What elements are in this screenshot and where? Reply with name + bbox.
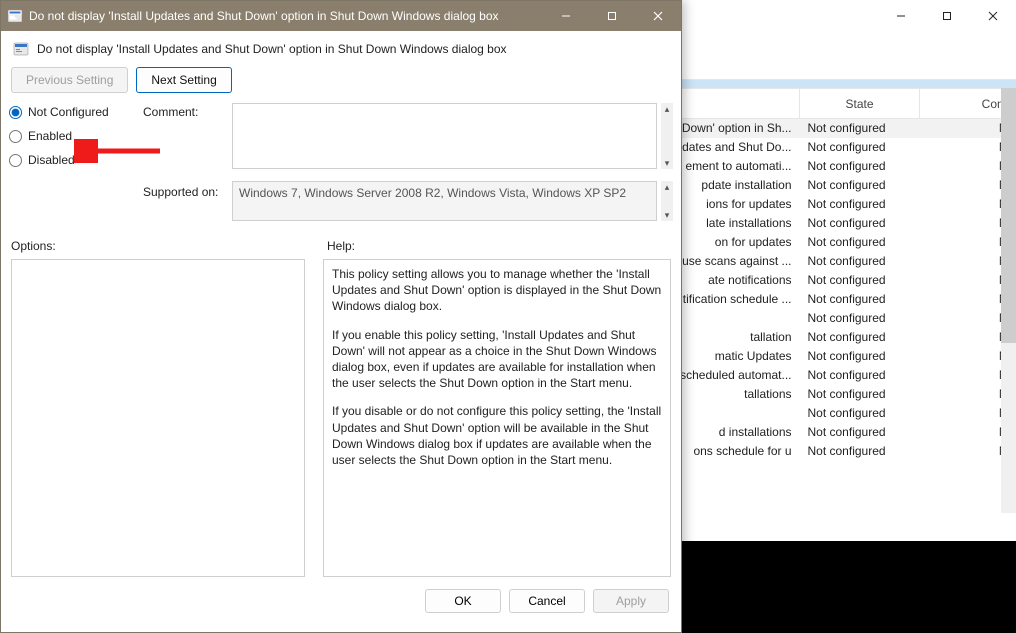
dialog-title-icon <box>1 8 29 24</box>
radio-disabled[interactable]: Disabled <box>9 153 139 167</box>
radio-enabled-label: Enabled <box>28 129 72 143</box>
radio-not-configured[interactable]: Not Configured <box>9 105 139 119</box>
policy-dialog: Do not display 'Install Updates and Shut… <box>0 0 682 633</box>
dialog-title: Do not display 'Install Updates and Shut… <box>29 9 543 23</box>
radio-disabled-input[interactable] <box>9 154 22 167</box>
supported-scrollbar[interactable]: ▴ ▾ <box>661 181 673 221</box>
help-panel: This policy setting allows you to manage… <box>323 259 671 577</box>
dialog-maximize-button[interactable] <box>589 1 635 31</box>
radio-disabled-label: Disabled <box>28 153 75 167</box>
bg-scrollbar-thumb[interactable] <box>1001 88 1016 343</box>
dialog-minimize-button[interactable] <box>543 1 589 31</box>
policy-icon <box>13 41 29 57</box>
policy-subtitle: Do not display 'Install Updates and Shut… <box>37 42 507 56</box>
bg-col-state[interactable]: State <box>800 89 920 119</box>
scroll-down-icon[interactable]: ▾ <box>661 209 673 221</box>
apply-button: Apply <box>593 589 669 613</box>
help-label: Help: <box>327 239 355 253</box>
previous-setting-button: Previous Setting <box>11 67 128 93</box>
comment-scrollbar[interactable]: ▴ ▾ <box>661 103 673 169</box>
options-panel <box>11 259 305 577</box>
help-paragraph-2: If you enable this policy setting, 'Inst… <box>332 327 662 392</box>
next-setting-button[interactable]: Next Setting <box>136 67 231 93</box>
bg-minimize-button[interactable] <box>878 0 924 32</box>
comment-label: Comment: <box>143 103 228 119</box>
supported-on-text: Windows 7, Windows Server 2008 R2, Windo… <box>232 181 657 221</box>
bg-console-area <box>680 541 1016 633</box>
ok-button[interactable]: OK <box>425 589 501 613</box>
bg-close-button[interactable] <box>970 0 1016 32</box>
radio-enabled-input[interactable] <box>9 130 22 143</box>
cancel-button[interactable]: Cancel <box>509 589 585 613</box>
scroll-up-icon[interactable]: ▴ <box>661 103 673 115</box>
radio-enabled[interactable]: Enabled <box>9 129 139 143</box>
dialog-close-button[interactable] <box>635 1 681 31</box>
bg-vertical-scrollbar[interactable] <box>1001 88 1016 513</box>
help-paragraph-1: This policy setting allows you to manage… <box>332 266 662 315</box>
comment-textarea[interactable] <box>232 103 657 169</box>
dialog-titlebar[interactable]: Do not display 'Install Updates and Shut… <box>1 1 681 31</box>
supported-on-label: Supported on: <box>143 169 228 199</box>
scroll-down-icon[interactable]: ▾ <box>661 157 673 169</box>
help-paragraph-3: If you disable or do not configure this … <box>332 403 662 468</box>
bg-maximize-button[interactable] <box>924 0 970 32</box>
options-label: Options: <box>11 239 309 253</box>
scroll-up-icon[interactable]: ▴ <box>661 181 673 193</box>
radio-not-configured-input[interactable] <box>9 106 22 119</box>
radio-not-configured-label: Not Configured <box>28 105 109 119</box>
